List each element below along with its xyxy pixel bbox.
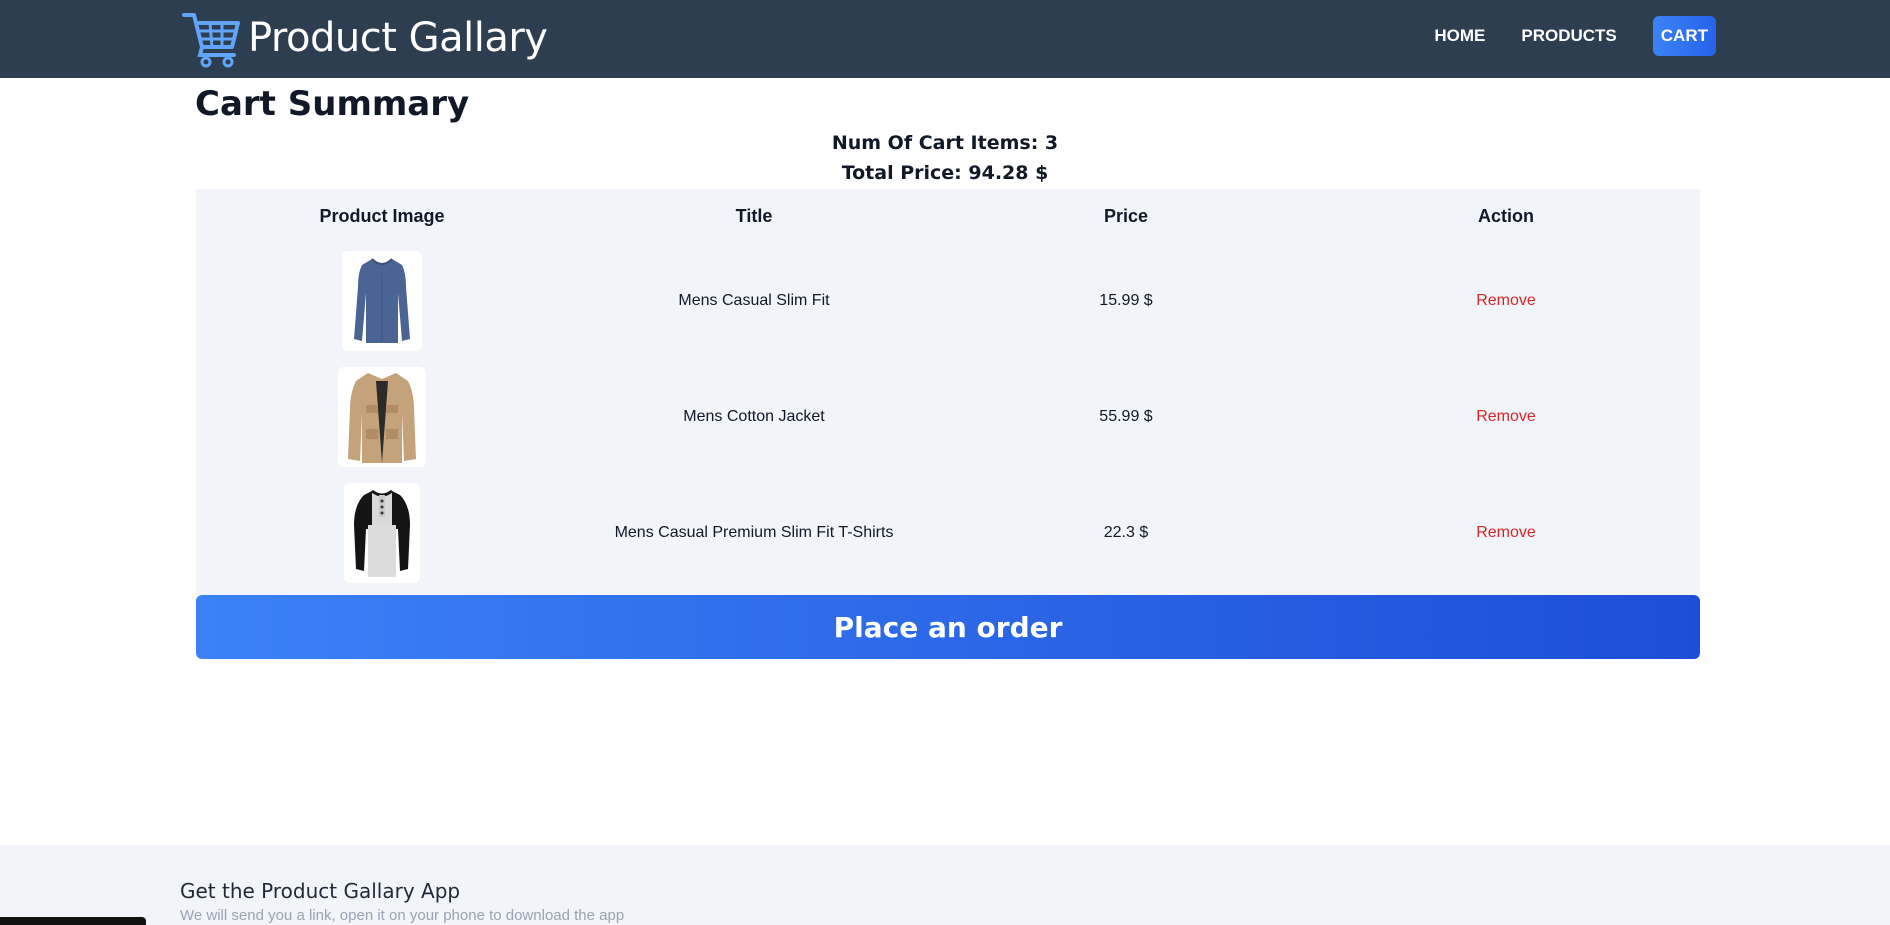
product-image-cell [196,251,568,351]
corner-status-badge [0,917,146,925]
main-nav: HOME PRODUCTS CART [1416,16,1716,56]
product-title: Mens Casual Slim Fit [678,292,830,309]
footer: Get the Product Gallary App We will send… [0,845,1890,925]
blue-shirt-image [354,258,410,343]
shopping-cart-icon [180,7,242,69]
product-image-cell [196,483,568,583]
table-row: Mens Cotton Jacket 55.99 $ Remove [196,359,1700,475]
product-thumbnail [344,483,420,583]
remove-button[interactable]: Remove [1312,408,1700,426]
product-thumbnail [342,251,422,351]
product-title: Mens Casual Premium Slim Fit T-Shirts [614,524,894,541]
column-header-action: Action [1478,205,1534,226]
cart-item-count: Num Of Cart Items: 3 [831,132,1059,154]
product-price: 22.3 $ [1103,524,1149,541]
product-price: 55.99 $ [1099,408,1153,425]
brand-title: Product Gallary [248,15,548,61]
cart-total-price: Total Price: 94.28 $ [841,162,1049,184]
footer-subtitle: We will send you a link, open it on your… [180,907,625,924]
column-header-title: Title [735,205,773,226]
page-title: Cart Summary [195,84,470,124]
remove-button[interactable]: Remove [1312,292,1700,310]
remove-button[interactable]: Remove [1312,524,1700,542]
product-image-cell [196,367,568,467]
table-row: Mens Casual Premium Slim Fit T-Shirts 22… [196,475,1700,591]
cart-table: Product Image Title Price Action Mens Ca… [196,189,1700,595]
top-navbar: Product Gallary HOME PRODUCTS CART [0,0,1890,78]
footer-title: Get the Product Gallary App [180,879,461,903]
nav-home[interactable]: HOME [1416,16,1503,56]
product-thumbnail [338,367,426,467]
nav-cart[interactable]: CART [1652,16,1716,56]
table-row: Mens Casual Slim Fit 15.99 $ Remove [196,243,1700,359]
product-price: 15.99 $ [1099,292,1153,309]
brand-logo-link[interactable]: Product Gallary [180,5,548,71]
tan-jacket-image [348,373,416,463]
product-title: Mens Cotton Jacket [683,408,825,425]
column-header-price: Price [1103,205,1149,226]
place-order-button[interactable]: Place an order [196,595,1700,659]
table-header: Product Image Title Price Action [196,189,1700,243]
column-header-image: Product Image [319,205,445,226]
raglan-shirt-image [354,489,410,577]
nav-products[interactable]: PRODUCTS [1503,16,1634,56]
